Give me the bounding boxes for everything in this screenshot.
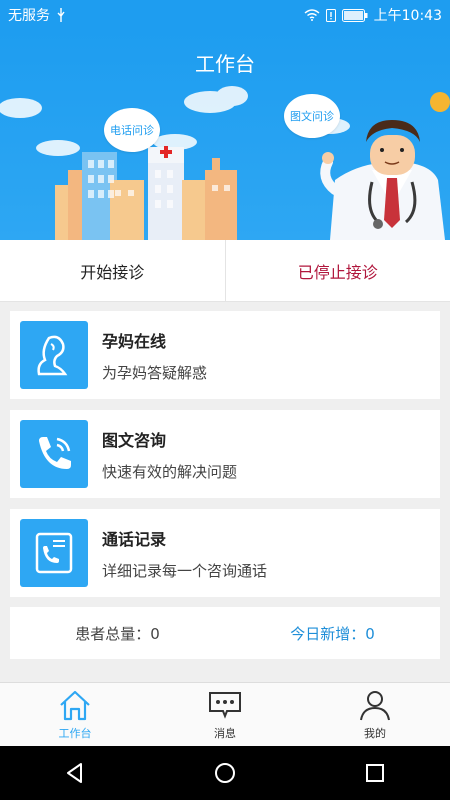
home-icon bbox=[60, 690, 90, 720]
card-title: 图文咨询 bbox=[102, 430, 167, 450]
carrier-label: 无服务 bbox=[8, 8, 50, 24]
stop-consult-button[interactable]: 已停止接诊 bbox=[226, 240, 450, 301]
tab-messages[interactable]: 消息 bbox=[150, 683, 300, 746]
start-consult-button[interactable]: 开始接诊 bbox=[0, 240, 225, 301]
usb-icon bbox=[56, 8, 66, 22]
tab-profile[interactable]: 我的 bbox=[300, 683, 450, 746]
bubble-text-consult: 图文问诊 bbox=[284, 94, 340, 138]
tab-label: 工作台 bbox=[58, 726, 92, 740]
pregnant-woman-icon bbox=[20, 321, 88, 389]
home-circle-icon[interactable] bbox=[213, 761, 237, 785]
recents-icon[interactable] bbox=[363, 761, 387, 785]
battery-icon bbox=[341, 8, 368, 22]
card-text-consult[interactable]: 图文咨询 快速有效的解决问题 bbox=[10, 410, 440, 498]
today-new-patients: 今日新增：0 bbox=[290, 624, 375, 643]
call-record-icon bbox=[20, 519, 88, 587]
clock: 上午10:43 bbox=[373, 8, 442, 24]
message-icon bbox=[209, 691, 241, 719]
back-icon[interactable] bbox=[63, 761, 87, 785]
card-subtitle: 快速有效的解决问题 bbox=[102, 462, 238, 481]
card-subtitle: 为孕妈答疑解惑 bbox=[102, 363, 208, 382]
card-pregnant-online[interactable]: 孕妈在线 为孕妈答疑解惑 bbox=[10, 311, 440, 399]
tab-label: 消息 bbox=[214, 726, 236, 740]
patient-stats: 患者总量：0 今日新增：0 bbox=[10, 607, 440, 659]
sim-alert-icon bbox=[325, 8, 336, 22]
consult-switch: 开始接诊 已停止接诊 bbox=[0, 240, 450, 302]
bottom-tab-bar: 工作台 消息 我的 bbox=[0, 682, 450, 746]
user-icon bbox=[360, 690, 390, 720]
tab-workbench[interactable]: 工作台 bbox=[0, 683, 150, 746]
phone-icon bbox=[20, 420, 88, 488]
tab-label: 我的 bbox=[364, 726, 386, 740]
wifi-icon bbox=[304, 9, 320, 21]
card-call-records[interactable]: 通话记录 详细记录每一个咨询通话 bbox=[10, 509, 440, 597]
status-bar: 无服务 上午10:43 bbox=[0, 0, 450, 30]
doctor-figure bbox=[320, 120, 445, 240]
total-patients: 患者总量：0 bbox=[75, 624, 160, 643]
hospital-illustration bbox=[0, 86, 450, 240]
system-nav-bar bbox=[0, 746, 450, 800]
card-subtitle: 详细记录每一个咨询通话 bbox=[102, 561, 268, 580]
card-title: 通话记录 bbox=[102, 529, 167, 549]
header-banner: 工作台 电话问诊 图文问诊 bbox=[0, 30, 450, 240]
bubble-phone-consult: 电话问诊 bbox=[104, 108, 160, 152]
card-title: 孕妈在线 bbox=[102, 331, 167, 351]
